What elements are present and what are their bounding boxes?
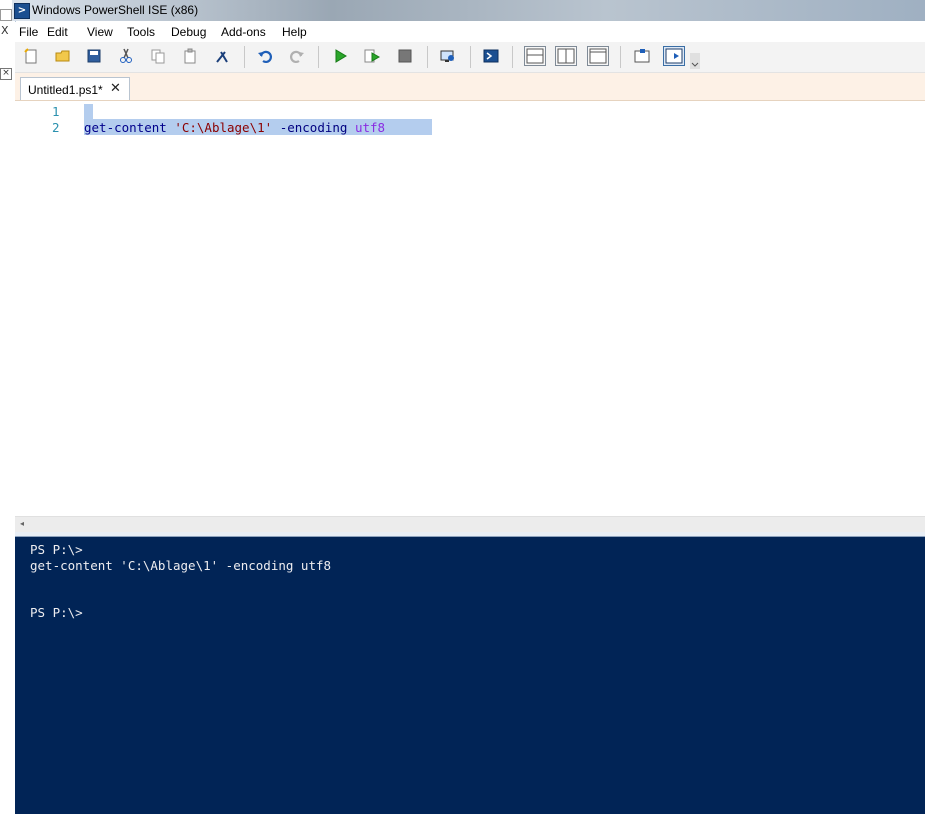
horizontal-scrollbar[interactable]: ◂	[15, 516, 925, 532]
close-tab-icon[interactable]: ✕	[110, 81, 121, 96]
clear-console-icon[interactable]	[213, 47, 231, 65]
toolbar-separator	[244, 46, 245, 68]
show-command-window-icon[interactable]	[633, 47, 651, 65]
new-remote-tab-icon[interactable]	[439, 47, 457, 65]
script-pane-top-icon[interactable]	[524, 46, 546, 66]
save-icon[interactable]	[85, 47, 103, 65]
code-line[interactable]: get-content 'C:\Ablage\1' -encoding utf8	[84, 120, 385, 135]
line-number: 2	[52, 120, 60, 135]
console-line: get-content 'C:\Ablage\1' -encoding utf8	[30, 558, 332, 573]
menu-view[interactable]: View	[87, 25, 113, 39]
show-command-addon-icon[interactable]	[663, 46, 685, 66]
undo-icon[interactable]	[256, 47, 274, 65]
token-string: 'C:\Ablage\1'	[174, 120, 273, 135]
close-box-icon[interactable]: ×	[0, 68, 12, 80]
menu-debug[interactable]: Debug	[171, 25, 206, 39]
script-pane-right-icon[interactable]	[555, 46, 577, 66]
text-selection	[84, 104, 93, 119]
powershell-icon: >	[14, 3, 30, 19]
menu-edit[interactable]: Edit	[47, 25, 68, 39]
run-selection-icon[interactable]	[363, 47, 381, 65]
toolbar-separator	[427, 46, 428, 68]
menu-bar: File Edit View Tools Debug Add-ons Help	[15, 22, 925, 42]
toolbar-separator	[470, 46, 471, 68]
tab-untitled1[interactable]: Untitled1.ps1* ✕	[20, 77, 130, 100]
script-editor[interactable]: 1 2 get-content 'C:\Ablage\1' -encoding …	[15, 101, 925, 516]
token-parameter: -encoding	[279, 120, 348, 135]
stop-icon[interactable]	[396, 47, 414, 65]
toolbar-separator	[318, 46, 319, 68]
menu-tools[interactable]: Tools	[127, 25, 155, 39]
start-powershell-icon[interactable]	[482, 47, 500, 65]
adjacent-window-edge: X ×	[0, 0, 16, 814]
toolbar-separator	[620, 46, 621, 68]
console-pane[interactable]: PS P:\> get-content 'C:\Ablage\1' -encod…	[15, 537, 925, 814]
cut-icon[interactable]	[117, 47, 135, 65]
open-file-icon[interactable]	[54, 47, 72, 65]
token-argument: utf8	[354, 120, 386, 135]
paste-icon[interactable]	[181, 47, 199, 65]
console-line: PS P:\>	[30, 542, 83, 557]
copy-icon[interactable]	[149, 47, 167, 65]
checkbox-fragment	[0, 9, 12, 21]
menu-add-ons[interactable]: Add-ons	[221, 25, 266, 39]
toolbar-overflow-icon[interactable]	[690, 53, 700, 69]
title-bar: > Windows PowerShell ISE (x86)	[12, 0, 925, 21]
redo-icon[interactable]	[288, 47, 306, 65]
run-script-icon[interactable]	[331, 47, 349, 65]
script-pane-maximized-icon[interactable]	[587, 46, 609, 66]
token-cmdlet: get-content	[84, 120, 167, 135]
tab-strip: Untitled1.ps1* ✕	[15, 73, 925, 101]
console-prompt: PS P:\>	[30, 605, 83, 620]
scroll-left-icon[interactable]: ◂	[20, 519, 24, 528]
new-file-icon[interactable]	[22, 47, 40, 65]
close-icon[interactable]: X	[1, 24, 9, 37]
menu-help[interactable]: Help	[282, 25, 307, 39]
toolbar	[15, 42, 925, 73]
window-title: Windows PowerShell ISE (x86)	[32, 3, 199, 17]
tab-label: Untitled1.ps1*	[28, 83, 103, 97]
menu-file[interactable]: File	[19, 25, 38, 39]
line-number: 1	[52, 104, 60, 119]
toolbar-separator	[512, 46, 513, 68]
